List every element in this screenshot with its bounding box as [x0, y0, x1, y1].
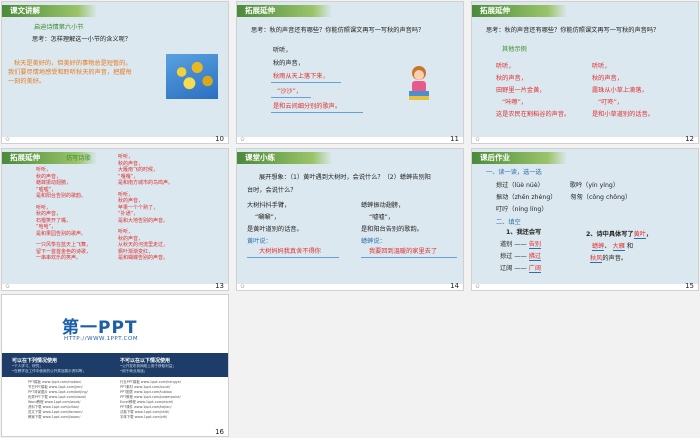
star-icon: ✩	[475, 136, 481, 143]
slide-thumbnail-12[interactable]: 拓展延伸 思考：秋的声音还有哪些？你能仿照课文再写一写秋的声音吗？ 其他示例 听…	[471, 1, 699, 144]
poem-answer-line: 秋雨从天上落下来，	[273, 73, 329, 80]
logo-url: HTTP://WWW.1PPT.COM	[64, 336, 139, 342]
star-icon: ✩	[5, 136, 11, 143]
answer-underline	[361, 257, 457, 258]
poem-answer-line: “沙沙”，	[277, 88, 302, 95]
task-heading: 二、填空	[496, 219, 521, 226]
fill-title: 1、我还会写	[506, 229, 542, 236]
fill-row: 道别 —— 告别	[500, 241, 542, 249]
ppt-logo: 第一PPT	[62, 318, 138, 338]
poem-line: “唰唰”，	[255, 214, 280, 221]
fill2-line: 秋风的声音。	[590, 255, 628, 263]
example-line: 秋的声音，	[592, 75, 623, 82]
slide-subheading: 仿写诗歌	[66, 155, 91, 162]
fill2-line: 蟋蟀、 大雁 和	[592, 243, 634, 251]
slide-header: 课后作业	[472, 152, 567, 164]
slide-subheading: 其他示例	[502, 46, 527, 53]
answer-underline	[247, 257, 339, 258]
fill-row: 辽阔 —— 广阔	[500, 265, 542, 273]
footer-link[interactable]: 教案下载 www.1ppt.com/jiaoan/	[28, 415, 88, 420]
slide-header: 课堂小练	[237, 152, 332, 164]
slide-thumbnail-11[interactable]: 拓展延伸 思考：秋的声音还有哪些？你能仿照课文再写一写秋的声音吗？ 听听， 秋的…	[236, 1, 464, 144]
slide-paragraph: 秋天是美好的，但美好的事物总是短暂的。	[14, 60, 132, 67]
answer-underline	[271, 97, 311, 98]
poem-line: 蟋蟀振动翅膀，	[361, 202, 405, 209]
slide-question: 思考：秋的声音还有哪些？你能仿照课文再写一写秋的声音吗？	[486, 27, 660, 34]
answer-underline	[271, 112, 363, 113]
star-icon: ✩	[475, 283, 481, 290]
answer-underline	[271, 82, 341, 83]
task-heading: 一、读一读，选一选	[486, 169, 542, 176]
links-area: PPT模板 www.1ppt.com/moban/ 节日PPT模板 www.1p…	[2, 377, 228, 430]
slide-paragraph: 一刻的美好。	[8, 78, 46, 85]
answer-label: 蟋蟀说：	[361, 238, 386, 245]
star-icon: ✩	[5, 283, 11, 290]
pinyin-row: 叮咛（níng líng）	[496, 206, 548, 213]
slide-thumbnail-16[interactable]: 第一PPT HTTP://WWW.1PPT.COM 可以在下列情况使用 不可以在…	[1, 294, 229, 437]
poem-line: 是和蝴蝶告别的声音。	[118, 255, 169, 261]
slide-number: 11	[450, 135, 459, 143]
example-line: 听听，	[496, 63, 515, 70]
slide-number: 16	[215, 428, 224, 436]
slide-number: 15	[685, 282, 694, 290]
slide-thumbnail-13[interactable]: 拓展延伸 仿写诗歌 听听， 秋的声音， 蟋蟀振动翅膀， “嘘嘘”， 是和阳台告别…	[1, 148, 229, 291]
poem-line: 听听，	[273, 47, 292, 54]
example-line: 听听，	[592, 63, 611, 70]
slide-subheading: 启迪诗情第六小节	[34, 24, 84, 31]
can-use-item: •在教学及工作中使用的公开类及展示资料等；	[12, 369, 86, 373]
slide-header: 拓展延伸	[237, 5, 332, 17]
slide-header: 拓展延伸	[472, 5, 567, 17]
fill-row: 掠过 —— 拂过	[500, 253, 542, 261]
slide-thumbnail-10[interactable]: 课文讲解 启迪诗情第六小节 思考：怎样理解这一小节的含义呢？ 秋天是美好的，但美…	[1, 1, 229, 144]
star-icon: ✩	[240, 283, 246, 290]
example-line: 露珠从小草上滴落，	[592, 87, 648, 94]
example-line: 秋的声音，	[496, 75, 527, 82]
poem-line: “嘘嘘”，	[369, 214, 394, 221]
poem-line: 大树抖抖手臂，	[247, 202, 291, 209]
footer-link[interactable]: 字体下载 www.1ppt.com/ziti/	[120, 415, 181, 420]
slide-number: 13	[215, 282, 224, 290]
poem-column-right: 听听， 秋的声音， 大雁南飞的时候， “嘎嘎”， 是和南方城市的鸟鸣声。 听听，…	[118, 154, 173, 262]
example-line: “叮咚”，	[598, 99, 623, 106]
slide-thumbnail-14[interactable]: 课堂小练 展开想象：（1）黄叶遇到大树时，会说什么？（2）蟋蟀告别阳 台时，会说…	[236, 148, 464, 291]
poem-line: 秋的声音，	[273, 60, 304, 67]
example-line: “咔嚓”，	[502, 99, 527, 106]
poem-answer-line: 是和云间细分别的歌声。	[273, 103, 342, 110]
example-line: 田野里一片金黄，	[496, 87, 546, 94]
slide-thumbnail-15[interactable]: 课后作业 一、读一读，选一选 掠过（lüè nüè） 歌吟（yín yíng） …	[471, 148, 699, 291]
answer-text: 大树妈妈我真舍不得你	[259, 248, 321, 255]
answer-label: 黄叶说：	[247, 238, 272, 245]
example-line: 这是农民在割稻谷的声音。	[496, 111, 571, 118]
slide-question: 思考：怎样理解这一小节的含义呢？	[32, 36, 131, 43]
slide-number: 10	[215, 135, 224, 143]
poem-line: 一串串欢乐的笑声。	[36, 255, 82, 261]
example-line: 是和小草道别的话音。	[592, 111, 654, 118]
slide-number: 12	[685, 135, 694, 143]
answer-text: 我要回到温暖的家里去了	[369, 248, 438, 255]
slide-number: 14	[450, 282, 459, 290]
pinyin-row: 掠过（lüè nüè） 歌吟（yín yíng）	[496, 182, 620, 189]
reading-girl-icon	[409, 66, 429, 100]
slide-paragraph: 我们要尽情地感受和聆听秋天的声音，把握每	[8, 69, 132, 76]
slide-question: 思考：秋的声音还有哪些？你能仿照课文再写一写秋的声音吗？	[251, 27, 425, 34]
poem-column-left: 听听， 秋的声音， 蟋蟀振动翅膀， “嘘嘘”， 是和阳台告别的歌韵。 听听， 秋…	[36, 167, 91, 262]
logo-area: 第一PPT HTTP://WWW.1PPT.COM	[2, 295, 228, 353]
slide-prompt: 台时，会说什么？	[247, 187, 297, 194]
pinyin-row: 振动（zhēn zhèng） 匆匆（cōng chōng）	[496, 194, 632, 201]
fill2-line: 2、诗中具体写了黄叶，	[586, 231, 653, 239]
slide-header: 课文讲解	[2, 5, 97, 17]
poem-line: 是黄叶道别的话音。	[247, 226, 303, 233]
star-icon: ✩	[240, 136, 246, 143]
poem-line: 是和阳台告别的歌韵。	[361, 226, 423, 233]
autumn-leaves-image	[166, 54, 218, 99]
slide-prompt: 展开想象：（1）黄叶遇到大树时，会说什么？（2）蟋蟀告别阳	[259, 174, 431, 181]
cannot-use-item: •用于商业用途；	[120, 369, 148, 373]
